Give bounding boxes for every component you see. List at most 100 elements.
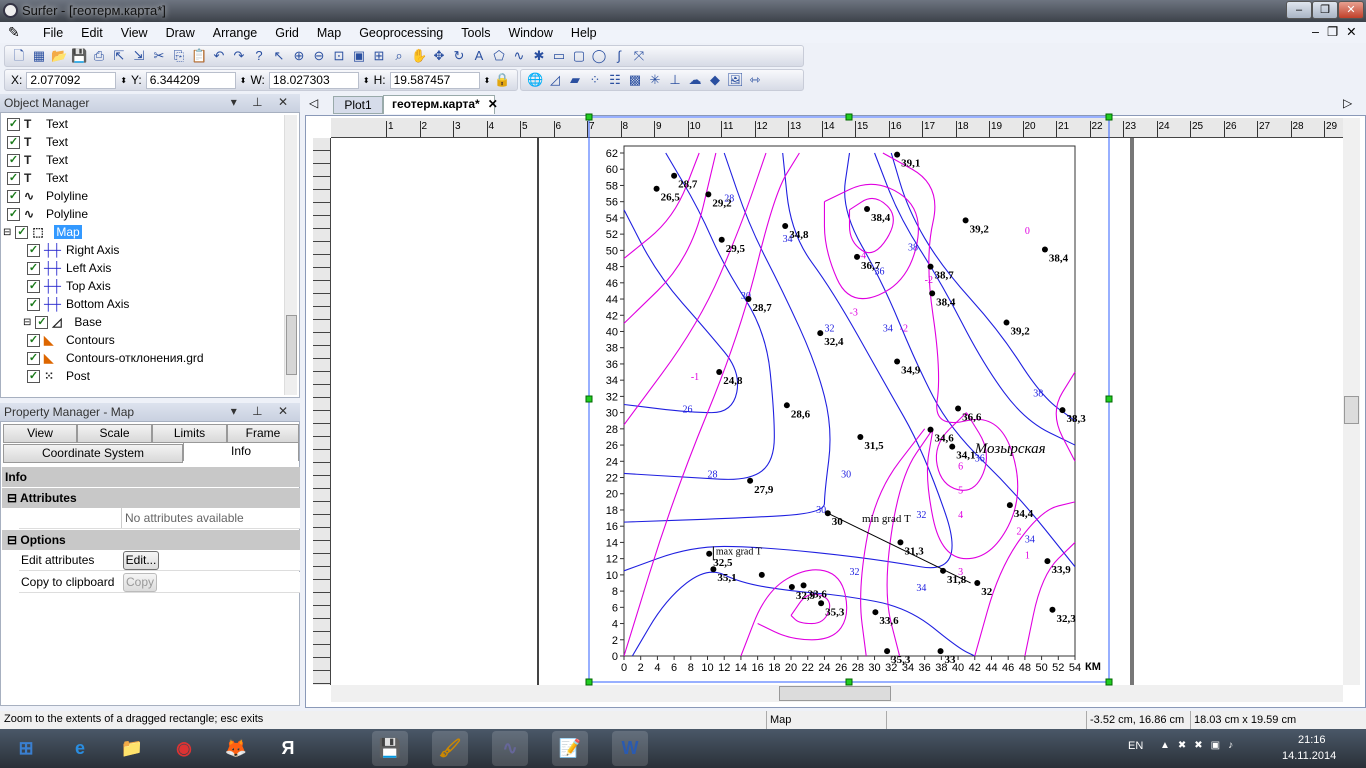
status-hint: Zoom to the extents of a dragged rectang… xyxy=(4,713,264,725)
x-tick-label: 44 xyxy=(985,662,997,674)
x-tick-label: 16 xyxy=(752,662,764,674)
y-tick-label: 40 xyxy=(606,326,618,338)
x-tick-label: 26 xyxy=(835,662,847,674)
contour-label: 2 xyxy=(1017,526,1022,537)
status-selection-size: 18.03 cm x 19.59 cm xyxy=(1190,711,1366,729)
y-tick-label: 18 xyxy=(606,505,618,517)
data-point xyxy=(817,330,824,337)
data-point xyxy=(1003,319,1010,326)
x-tick-label: 38 xyxy=(935,662,947,674)
selection-handle xyxy=(845,113,853,121)
data-point xyxy=(782,223,789,230)
y-tick-label: 24 xyxy=(606,456,618,468)
tray-icons[interactable]: ▲✖✖▣♪ xyxy=(1160,740,1241,751)
point-label: 34,8 xyxy=(789,229,809,241)
internet-explorer-taskbar-icon[interactable]: e xyxy=(62,731,98,766)
y-tick-label: 62 xyxy=(606,148,618,160)
data-point xyxy=(745,296,752,303)
data-point xyxy=(824,510,831,517)
selection-handle xyxy=(1105,678,1113,686)
data-point xyxy=(718,236,725,243)
clock-time[interactable]: 21:16 xyxy=(1298,734,1326,746)
status-cursor-position: -3.52 cm, 16.86 cm xyxy=(1086,711,1190,729)
y-tick-label: 32 xyxy=(606,391,618,403)
point-label: 26,5 xyxy=(661,192,681,204)
word-taskbar-icon[interactable]: W xyxy=(612,731,648,766)
point-label: 30 xyxy=(832,516,844,528)
start-taskbar-icon[interactable]: ⊞ xyxy=(8,731,44,766)
explorer-taskbar-icon[interactable]: 📁 xyxy=(114,731,150,766)
status-selection: Map xyxy=(766,711,886,729)
contour-label: 38 xyxy=(908,242,918,253)
taskbar: EN ▲✖✖▣♪ 21:16 14.11.2014 ⊞ e 📁 ◉ 🦊 Я 💾 🖌 ∿ 📝 W xyxy=(0,729,1366,768)
notepad-taskbar-icon[interactable]: 📝 xyxy=(552,731,588,766)
point-label: 32 xyxy=(981,586,993,598)
surfer-taskbar-icon[interactable]: ∿ xyxy=(492,731,528,766)
y-tick-label: 52 xyxy=(606,229,618,241)
min-grad-label: min grad T xyxy=(862,513,911,525)
data-point xyxy=(940,567,947,574)
point-label: 38,3 xyxy=(1066,413,1086,425)
point-label: 38,7 xyxy=(935,270,955,282)
language-indicator[interactable]: EN xyxy=(1128,740,1143,752)
point-label: 38,4 xyxy=(936,296,956,308)
data-point xyxy=(758,571,765,578)
data-point xyxy=(894,358,901,365)
x-tick-label: 14 xyxy=(735,662,747,674)
point-label: 31,3 xyxy=(904,545,924,557)
paint-app-taskbar-icon[interactable]: 🖌 xyxy=(432,731,468,766)
yandex-taskbar-icon[interactable]: Я xyxy=(270,731,306,766)
point-label: 39,1 xyxy=(901,158,920,170)
selection-handle xyxy=(1105,395,1113,403)
y-tick-label: 54 xyxy=(606,213,618,225)
data-point xyxy=(800,582,807,589)
point-label: 39,2 xyxy=(1011,326,1031,338)
data-point xyxy=(716,369,723,376)
y-tick-label: 34 xyxy=(606,375,618,387)
firefox-taskbar-icon[interactable]: 🦊 xyxy=(218,731,254,766)
contour-label: 34 xyxy=(916,583,926,594)
y-tick-label: 8 xyxy=(612,586,618,598)
y-tick-label: 36 xyxy=(606,359,618,371)
point-label: 34,9 xyxy=(901,365,921,377)
contour-label: 6 xyxy=(958,461,963,472)
point-label: 33,6 xyxy=(879,615,899,627)
selection-handle xyxy=(845,678,853,686)
point-label: 28,6 xyxy=(791,408,811,420)
y-tick-label: 44 xyxy=(606,294,618,306)
point-label: 24,8 xyxy=(723,375,743,387)
clock-date[interactable]: 14.11.2014 xyxy=(1282,750,1336,762)
chrome-taskbar-icon[interactable]: ◉ xyxy=(166,731,202,766)
y-tick-label: 58 xyxy=(606,180,618,192)
save-app-taskbar-icon[interactable]: 💾 xyxy=(372,731,408,766)
y-tick-label: 16 xyxy=(606,521,618,533)
contour-label: 32 xyxy=(916,510,926,521)
data-point xyxy=(962,217,969,224)
contour-label: -2 xyxy=(900,323,908,334)
point-label: 38,4 xyxy=(1049,253,1069,265)
contour-label: 4 xyxy=(958,510,963,521)
data-point xyxy=(927,426,934,433)
point-label: 29,5 xyxy=(726,243,746,255)
contour-label: 32 xyxy=(824,323,834,334)
contour-label: -1 xyxy=(691,372,699,383)
point-label: 38,4 xyxy=(871,212,891,224)
y-tick-label: 30 xyxy=(606,408,618,420)
x-tick-label: 28 xyxy=(852,662,864,674)
contour-label: -3 xyxy=(850,307,858,318)
contour-label: 38 xyxy=(1033,388,1043,399)
x-tick-label: 0 xyxy=(621,662,627,674)
x-tick-label: 10 xyxy=(701,662,713,674)
y-tick-label: 26 xyxy=(606,440,618,452)
data-point xyxy=(854,253,861,260)
contour-label: 34 xyxy=(883,323,893,334)
x-unit-label: КМ xyxy=(1085,661,1101,673)
data-point xyxy=(1049,606,1056,613)
x-tick-label: 8 xyxy=(688,662,694,674)
contour-map[interactable]: 2628283030303232323434343436363838-1-2-2… xyxy=(0,0,1366,768)
contour-label: 32 xyxy=(850,567,860,578)
x-tick-label: 50 xyxy=(1035,662,1047,674)
x-tick-label: 54 xyxy=(1069,662,1081,674)
x-tick-label: 34 xyxy=(902,662,914,674)
y-tick-label: 20 xyxy=(606,489,618,501)
